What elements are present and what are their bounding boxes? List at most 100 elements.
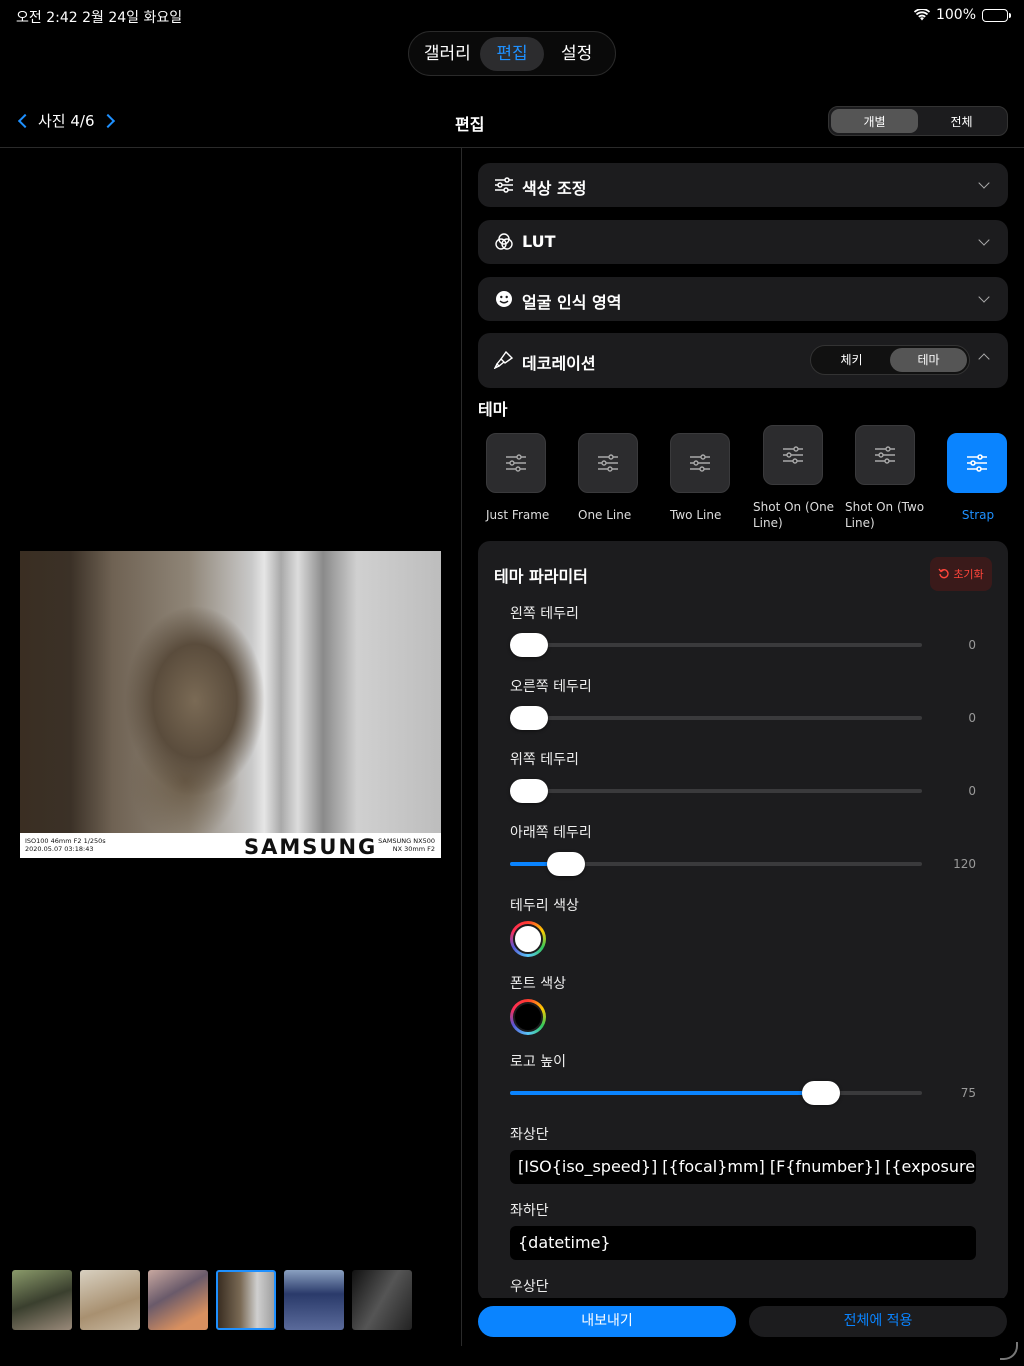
sliders-icon xyxy=(495,177,513,193)
right-border-value: 0 xyxy=(968,711,976,725)
brand-logo: SAMSUNG xyxy=(244,835,378,859)
theme-thumb xyxy=(578,433,638,493)
theme-just-frame[interactable]: Just Frame xyxy=(486,433,572,523)
theme-strap[interactable]: Strap xyxy=(947,433,1009,523)
top-border-label: 위쪽 테두리 xyxy=(510,752,579,768)
slider-knob[interactable] xyxy=(510,779,548,803)
chevron-right-icon[interactable] xyxy=(100,113,115,128)
sliders-icon xyxy=(967,454,987,472)
section-decoration[interactable]: 데코레이션 체키 테마 xyxy=(478,333,1008,388)
top-left-input[interactable]: [ISO{iso_speed}] [{focal}mm] [F{fnumber}… xyxy=(510,1150,976,1184)
tab-edit[interactable]: 편집 xyxy=(479,36,545,71)
wifi-icon xyxy=(913,9,930,21)
thumbnail-strip xyxy=(12,1270,412,1330)
edit-nav-bar: 사진 4/6 편집 개별 전체 xyxy=(0,96,1024,148)
chevron-down-icon xyxy=(978,177,990,189)
scope-all[interactable]: 전체 xyxy=(918,109,1005,133)
chevron-left-icon[interactable] xyxy=(17,113,33,128)
theme-two-line[interactable]: Two Line xyxy=(670,433,756,523)
theme-shot-on-two-line[interactable]: Shot On (Two Line) xyxy=(845,425,931,531)
theme-name: Two Line xyxy=(670,508,722,522)
decoration-mode-toggle: 체키 테마 xyxy=(810,345,970,375)
strip-top-left: ISO100 46mm F2 1/250s 2020.05.07 03:18:4… xyxy=(25,837,106,853)
bottom-left-input[interactable]: {datetime} xyxy=(510,1226,976,1260)
font-color-swatch[interactable] xyxy=(510,999,546,1035)
thumbnail[interactable] xyxy=(352,1270,412,1330)
top-right-label: 우상단 xyxy=(510,1279,549,1295)
slider-knob[interactable] xyxy=(801,1081,840,1105)
photo-preview: ISO100 46mm F2 1/250s 2020.05.07 03:18:4… xyxy=(20,551,441,859)
status-time: 오전 2:42 2월 24일 화요일 xyxy=(16,10,183,26)
sliders-icon xyxy=(506,454,526,472)
bottom-border-slider[interactable] xyxy=(510,852,922,876)
scope-individual[interactable]: 개별 xyxy=(831,109,918,133)
strap-strip: ISO100 46mm F2 1/250s 2020.05.07 03:18:4… xyxy=(20,833,441,859)
apply-all-button[interactable]: 전체에 적용 xyxy=(749,1306,1007,1337)
theme-picker: Just Frame One Line Two Line Shot On (On… xyxy=(478,425,1018,535)
reset-button[interactable]: 초기화 xyxy=(930,557,992,591)
battery-percent: 100% xyxy=(935,7,976,23)
thumbnail[interactable] xyxy=(284,1270,344,1330)
battery-icon xyxy=(982,8,1011,22)
thumbnail[interactable] xyxy=(148,1270,208,1330)
font-color-label: 폰트 색상 xyxy=(510,976,566,992)
export-button[interactable]: 내보내기 xyxy=(478,1306,736,1337)
theme-one-line[interactable]: One Line xyxy=(578,433,664,523)
sliders-icon xyxy=(875,446,895,464)
logo-height-label: 로고 높이 xyxy=(510,1054,566,1070)
chevron-down-icon xyxy=(978,234,990,246)
section-lut[interactable]: LUT xyxy=(478,220,1008,264)
thumbnail[interactable] xyxy=(80,1270,140,1330)
preview-image xyxy=(20,551,441,833)
strip-top-right: SAMSUNG NX500 NX 30mm F2 xyxy=(378,837,435,853)
reset-icon xyxy=(938,568,949,579)
deco-theme[interactable]: 테마 xyxy=(890,348,967,372)
border-color-swatch[interactable] xyxy=(510,921,546,957)
tab-settings[interactable]: 설정 xyxy=(544,37,609,71)
photo-counter: 사진 4/6 xyxy=(38,112,95,130)
section-label: LUT xyxy=(522,232,556,251)
logo-height-slider[interactable] xyxy=(510,1081,922,1105)
thumbnail-selected[interactable] xyxy=(216,1270,276,1330)
section-label: 데코레이션 xyxy=(522,354,596,373)
right-border-slider[interactable] xyxy=(510,706,922,730)
page-title: 편집 xyxy=(455,115,485,134)
theme-thumb xyxy=(763,425,823,485)
chevron-down-icon xyxy=(978,291,990,303)
slider-knob[interactable] xyxy=(510,706,548,730)
swatch-fill xyxy=(513,1002,543,1032)
top-border-slider[interactable] xyxy=(510,779,922,803)
swatch-fill xyxy=(513,924,543,954)
theme-name: Just Frame xyxy=(486,508,550,522)
sliders-icon xyxy=(690,454,710,472)
section-label: 색상 조정 xyxy=(522,179,587,198)
section-color-adjust[interactable]: 색상 조정 xyxy=(478,163,1008,207)
theme-params-panel: 테마 파라미터 초기화 왼쪽 테두리 0 오른쪽 테두리 0 위쪽 테두리 0 … xyxy=(478,541,1008,1301)
scope-toggle: 개별 전체 xyxy=(828,106,1008,136)
color-circles-icon xyxy=(495,233,513,250)
theme-name: One Line xyxy=(578,508,632,522)
panel-divider xyxy=(461,148,462,1346)
bottom-border-label: 아래쪽 테두리 xyxy=(510,825,592,841)
params-title: 테마 파라미터 xyxy=(494,567,588,586)
thumbnail[interactable] xyxy=(12,1270,72,1330)
slider-knob[interactable] xyxy=(547,852,586,876)
status-bar: 오전 2:42 2월 24일 화요일 100% xyxy=(0,0,1024,32)
sliders-icon xyxy=(783,446,803,464)
main-tab-bar: 갤러리 편집 설정 xyxy=(408,31,616,76)
top-left-label: 좌상단 xyxy=(510,1127,549,1143)
theme-name: Shot On (One Line) xyxy=(753,500,835,530)
section-face-area[interactable]: 얼굴 인식 영역 xyxy=(478,277,1008,321)
smiley-icon xyxy=(496,291,512,307)
slider-knob[interactable] xyxy=(510,633,548,657)
theme-shot-on-one-line[interactable]: Shot On (One Line) xyxy=(753,425,839,531)
chevron-up-icon xyxy=(978,353,990,365)
deco-cheki[interactable]: 체키 xyxy=(813,348,890,372)
theme-thumb xyxy=(947,433,1007,493)
theme-section-title: 테마 xyxy=(478,400,508,419)
left-border-label: 왼쪽 테두리 xyxy=(510,606,579,622)
left-border-slider[interactable] xyxy=(510,633,922,657)
tab-gallery[interactable]: 갤러리 xyxy=(415,37,480,71)
sliders-icon xyxy=(598,454,618,472)
photo-navigator: 사진 4/6 xyxy=(16,110,117,131)
